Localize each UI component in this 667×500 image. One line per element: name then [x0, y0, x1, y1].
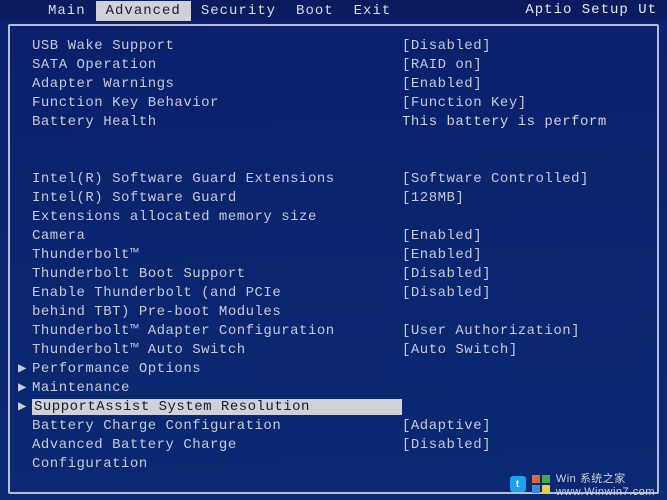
indent: [18, 76, 32, 92]
setting-label: Performance Options: [32, 361, 402, 377]
setting-label: USB Wake Support: [32, 38, 402, 54]
indent: [18, 437, 32, 453]
setting-label: Function Key Behavior: [32, 95, 402, 111]
setting-value[interactable]: [Enabled]: [402, 228, 649, 244]
watermark-text1: Win 系统之家: [556, 473, 626, 485]
setting-label: Camera: [32, 228, 402, 244]
indent: [18, 418, 32, 434]
setting-label: Advanced Battery Charge: [32, 437, 402, 453]
setting-row[interactable]: Thunderbolt™ Auto Switch[Auto Switch]: [18, 340, 649, 359]
indent: [18, 114, 32, 130]
setting-row: behind TBT) Pre-boot Modules: [18, 302, 649, 321]
submenu-arrow-icon: ▶: [18, 398, 32, 415]
indent: [18, 285, 32, 301]
setting-label: Thunderbolt Boot Support: [32, 266, 402, 282]
windows-icon: [532, 475, 550, 493]
indent: [18, 57, 32, 73]
setting-label: Thunderbolt™ Adapter Configuration: [32, 323, 402, 339]
indent: [18, 171, 32, 187]
setting-label: SupportAssist System Resolution: [32, 399, 402, 415]
setting-label: SATA Operation: [32, 57, 402, 73]
indent: [18, 266, 32, 282]
setting-value[interactable]: [128MB]: [402, 190, 649, 206]
settings-list: USB Wake Support[Disabled] SATA Operatio…: [18, 36, 649, 473]
setting-row[interactable]: Intel(R) Software Guard Extensions[Softw…: [18, 169, 649, 188]
tab-exit[interactable]: Exit: [344, 1, 402, 21]
setting-value[interactable]: [Disabled]: [402, 266, 649, 282]
tab-security[interactable]: Security: [191, 1, 286, 21]
settings-frame: USB Wake Support[Disabled] SATA Operatio…: [8, 24, 659, 494]
setting-value[interactable]: [Disabled]: [402, 437, 649, 453]
setting-label: Extensions allocated memory size: [32, 209, 402, 225]
bios-title: Aptio Setup Ut: [525, 2, 657, 18]
tab-bar: Main Advanced Security Boot Exit Aptio S…: [0, 0, 667, 22]
submenu-row[interactable]: ▶SupportAssist System Resolution: [18, 397, 649, 416]
submenu-row[interactable]: ▶Performance Options: [18, 359, 649, 378]
twitter-icon: t: [510, 476, 526, 492]
setting-label: Intel(R) Software Guard Extensions: [32, 171, 402, 187]
setting-label: Configuration: [32, 456, 402, 472]
setting-row[interactable]: Intel(R) Software Guard[128MB]: [18, 188, 649, 207]
setting-row[interactable]: Battery HealthThis battery is perform: [18, 112, 649, 131]
setting-label: Adapter Warnings: [32, 76, 402, 92]
setting-row[interactable]: USB Wake Support[Disabled]: [18, 36, 649, 55]
submenu-row[interactable]: ▶Maintenance: [18, 378, 649, 397]
setting-row[interactable]: SATA Operation[RAID on]: [18, 55, 649, 74]
setting-value[interactable]: [RAID on]: [402, 57, 649, 73]
setting-value[interactable]: [Disabled]: [402, 38, 649, 54]
setting-row[interactable]: Advanced Battery Charge[Disabled]: [18, 435, 649, 454]
setting-row[interactable]: Thunderbolt™ Adapter Configuration[User …: [18, 321, 649, 340]
watermark-text2: www.Winwin7.com: [556, 486, 655, 498]
setting-label: Thunderbolt™: [32, 247, 402, 263]
setting-label: Enable Thunderbolt (and PCIe: [32, 285, 402, 301]
setting-value[interactable]: [User Authorization]: [402, 323, 649, 339]
setting-row[interactable]: Adapter Warnings[Enabled]: [18, 74, 649, 93]
setting-value[interactable]: [Enabled]: [402, 247, 649, 263]
setting-value[interactable]: [Software Controlled]: [402, 171, 649, 187]
setting-row[interactable]: Thunderbolt Boot Support[Disabled]: [18, 264, 649, 283]
setting-value[interactable]: [Disabled]: [402, 285, 649, 301]
setting-row[interactable]: Camera[Enabled]: [18, 226, 649, 245]
bios-screen: Main Advanced Security Boot Exit Aptio S…: [0, 0, 667, 500]
submenu-arrow-icon: ▶: [18, 360, 32, 377]
indent: [18, 209, 32, 225]
indent: [18, 95, 32, 111]
setting-info-text: This battery is perform: [402, 114, 649, 130]
blank-row: [18, 131, 649, 150]
indent: [18, 38, 32, 54]
indent: [18, 342, 32, 358]
submenu-arrow-icon: ▶: [18, 379, 32, 396]
indent: [18, 456, 32, 472]
setting-row: Extensions allocated memory size: [18, 207, 649, 226]
setting-row[interactable]: Function Key Behavior[Function Key]: [18, 93, 649, 112]
blank-row: [18, 150, 649, 169]
tab-main[interactable]: Main: [38, 1, 96, 21]
indent: [18, 304, 32, 320]
setting-value[interactable]: [Auto Switch]: [402, 342, 649, 358]
indent: [18, 323, 32, 339]
setting-row[interactable]: Enable Thunderbolt (and PCIe[Disabled]: [18, 283, 649, 302]
setting-label: Intel(R) Software Guard: [32, 190, 402, 206]
setting-value[interactable]: [Adaptive]: [402, 418, 649, 434]
indent: [18, 228, 32, 244]
indent: [18, 247, 32, 263]
setting-row[interactable]: Thunderbolt™[Enabled]: [18, 245, 649, 264]
tab-advanced[interactable]: Advanced: [96, 1, 191, 21]
setting-label: Maintenance: [32, 380, 402, 396]
tab-boot[interactable]: Boot: [286, 1, 344, 21]
setting-label: Battery Charge Configuration: [32, 418, 402, 434]
setting-label: Thunderbolt™ Auto Switch: [32, 342, 402, 358]
setting-label: Battery Health: [32, 114, 402, 130]
setting-row[interactable]: Battery Charge Configuration[Adaptive]: [18, 416, 649, 435]
setting-value[interactable]: [Function Key]: [402, 95, 649, 111]
setting-value[interactable]: [Enabled]: [402, 76, 649, 92]
setting-label: behind TBT) Pre-boot Modules: [32, 304, 402, 320]
indent: [18, 190, 32, 206]
watermark: t Win 系统之家 www.Winwin7.com: [510, 470, 655, 498]
